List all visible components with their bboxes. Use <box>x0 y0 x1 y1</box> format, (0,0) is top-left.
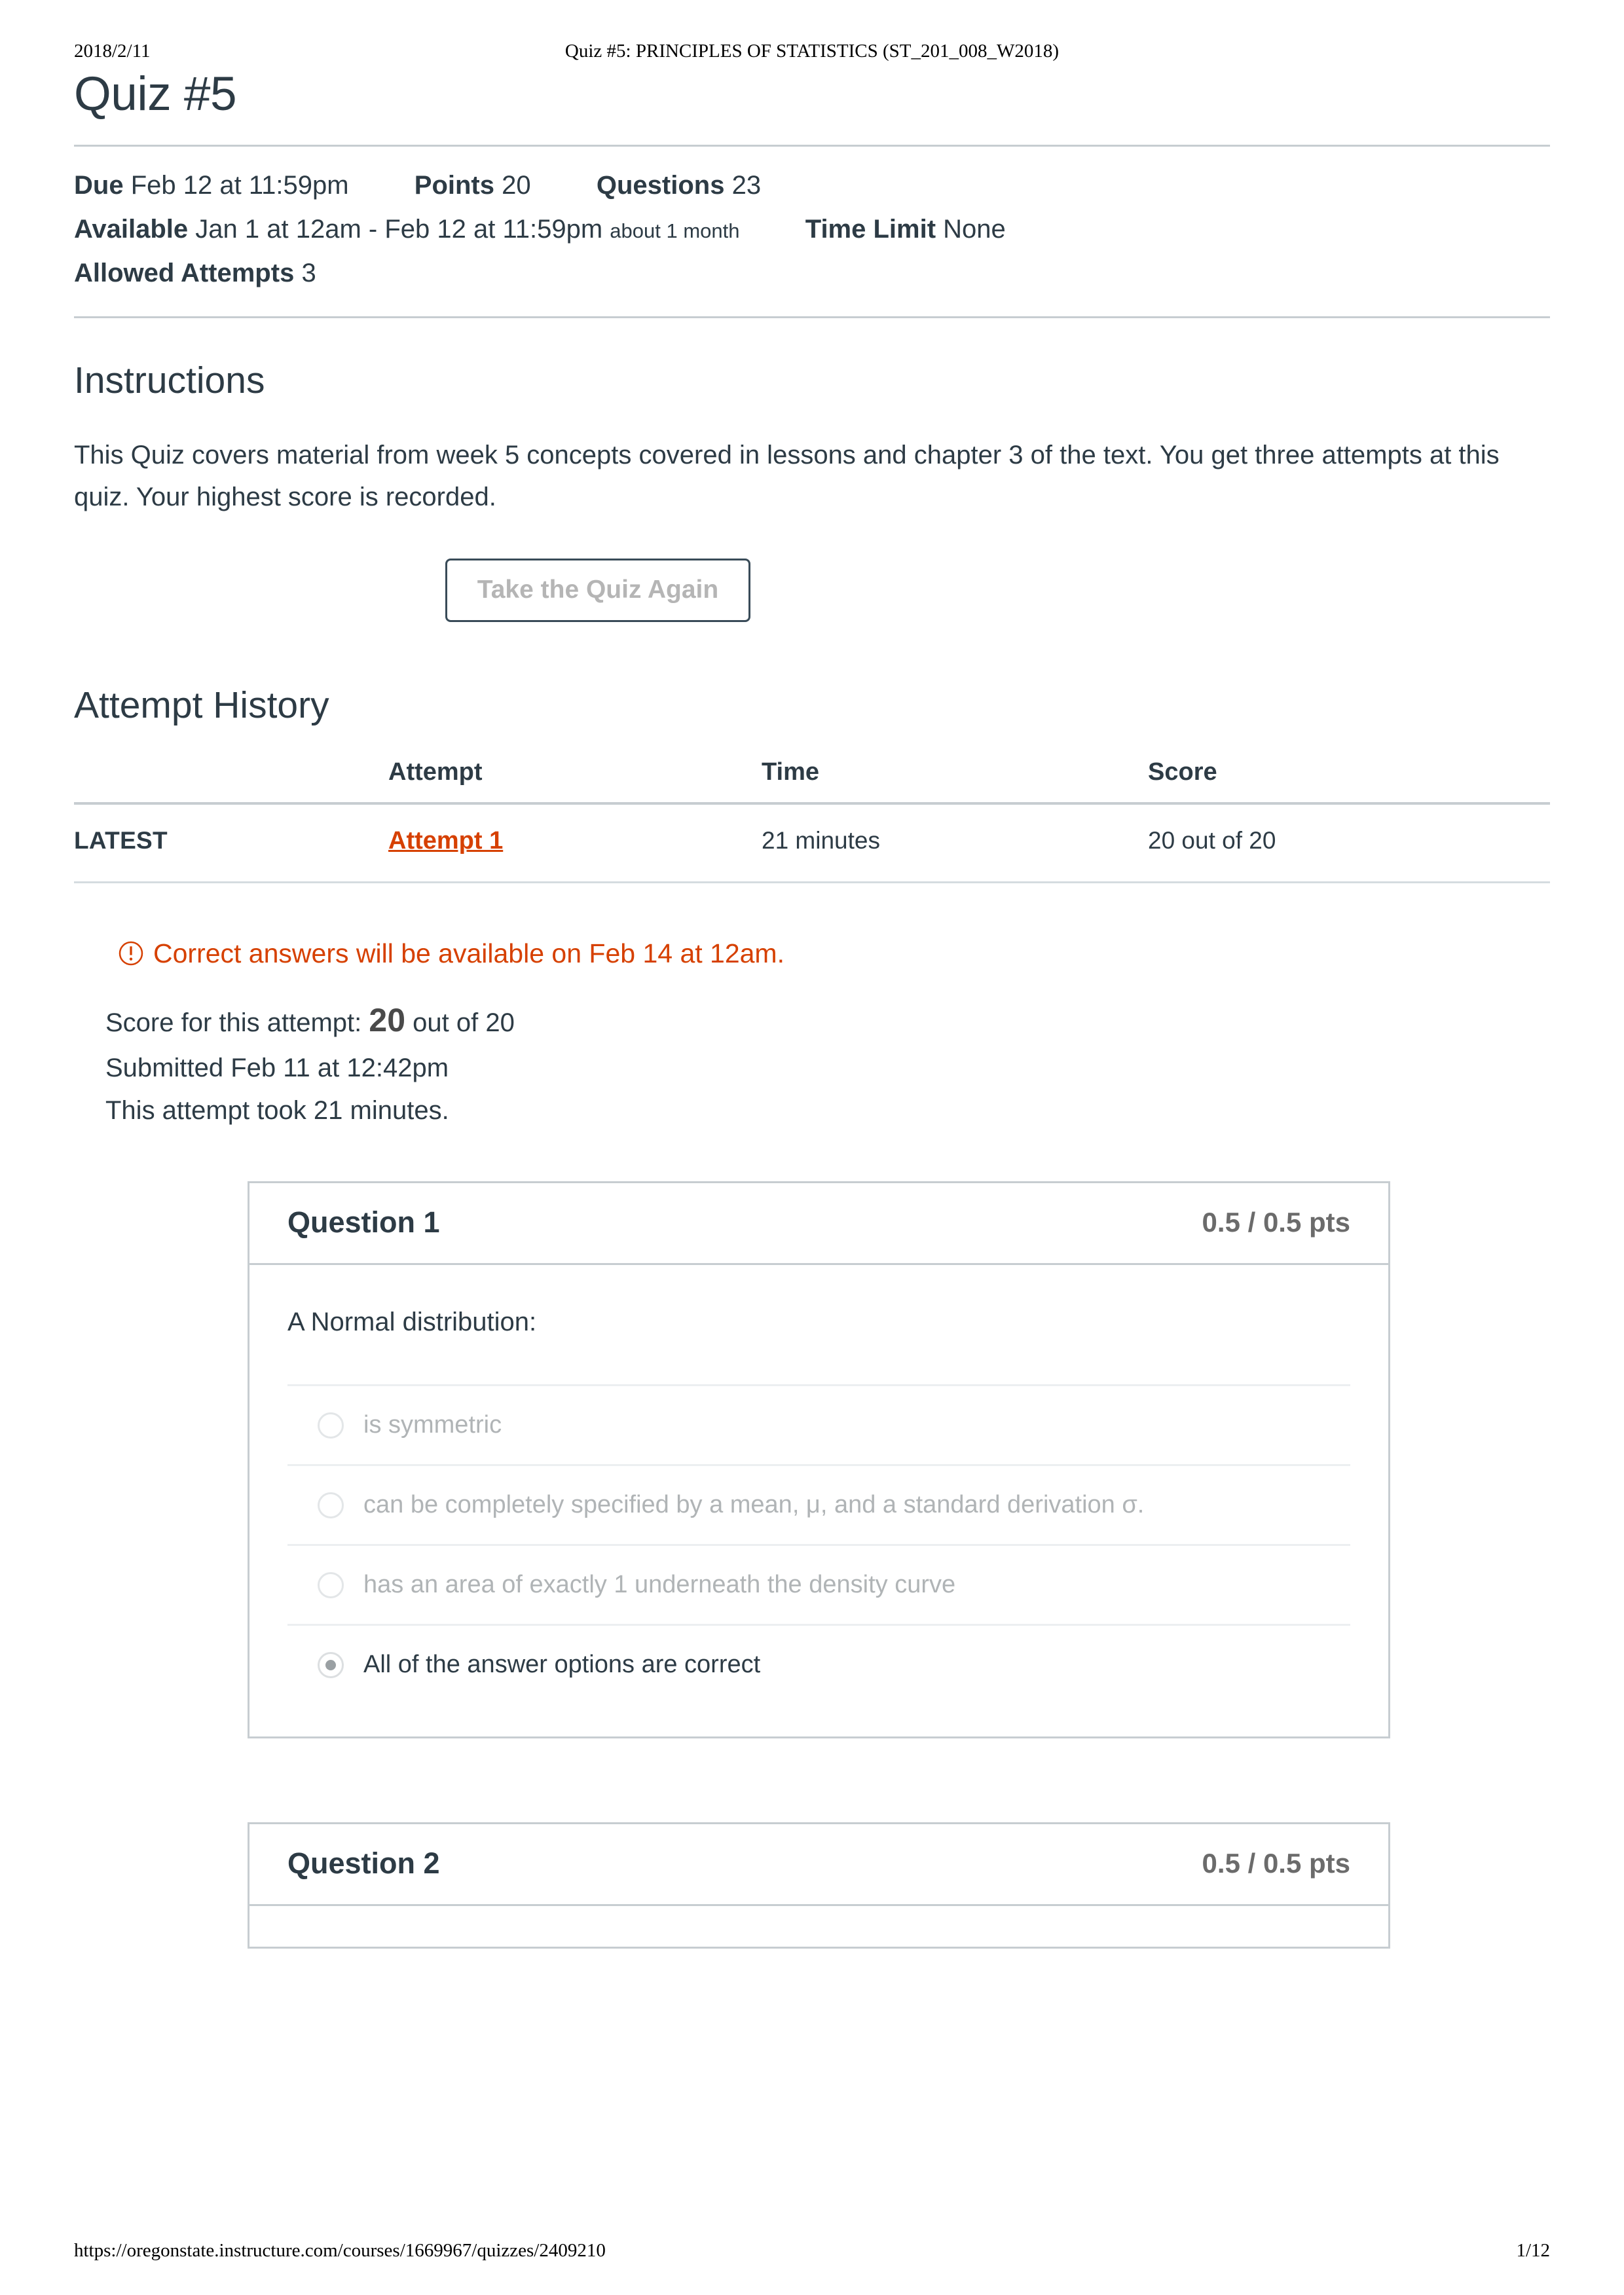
question-text: A Normal distribution: <box>287 1308 537 1337</box>
answer-label: All of the answer options are correct <box>363 1651 761 1679</box>
retake-button-wrap: Take the Quiz Again <box>74 558 1122 622</box>
attempt-score-value: 20 <box>369 1001 406 1038</box>
attempt-score: 20 out of 20 <box>1148 827 1276 854</box>
answer-label: can be completely specified by a mean, μ… <box>363 1491 1145 1519</box>
available-duration: about 1 month <box>610 219 740 242</box>
answer-option[interactable]: has an area of exactly 1 underneath the … <box>287 1546 1350 1626</box>
answer-label: is symmetric <box>363 1411 502 1439</box>
quiz-meta-row-1: Due Feb 12 at 11:59pm Points 20 Question… <box>74 164 1550 208</box>
allowed-attempts-value: 3 <box>301 259 316 288</box>
attempt-latest-flag: LATEST <box>74 827 168 854</box>
question-header: Question 2 0.5 / 0.5 pts <box>249 1824 1388 1907</box>
column-header-score: Score <box>1148 758 1217 786</box>
available-value: Jan 1 at 12am - Feb 12 at 11:59pm <box>195 214 603 244</box>
attempt-score-prefix: Score for this attempt: <box>105 1008 362 1037</box>
question-body <box>249 1906 1388 1947</box>
footer-url: https://oregonstate.instructure.com/cour… <box>74 2240 606 2261</box>
points-value: 20 <box>502 170 531 200</box>
instructions-body: This Quiz covers material from week 5 co… <box>74 440 1500 511</box>
allowed-attempts-label: Allowed Attempts <box>74 259 295 288</box>
due-label: Due <box>74 170 124 200</box>
quiz-meta-row-3: Allowed Attempts 3 <box>74 251 1550 295</box>
answer-option-selected[interactable]: All of the answer options are correct <box>287 1626 1350 1704</box>
radio-unselected-icon[interactable] <box>318 1571 344 1598</box>
due-value: Feb 12 at 11:59pm <box>130 170 349 200</box>
answers-bottom-spacer <box>287 1704 1350 1736</box>
meta-divider <box>74 316 1550 319</box>
answer-option[interactable]: is symmetric <box>287 1386 1350 1467</box>
question-points: 0.5 / 0.5 pts <box>1202 1207 1350 1238</box>
question-card: Question 1 0.5 / 0.5 pts A Normal distri… <box>248 1181 1390 1739</box>
attempt-duration-line: This attempt took 21 minutes. <box>105 1095 449 1125</box>
time-limit-value: None <box>943 214 1006 244</box>
column-header-flag <box>74 758 388 803</box>
answer-options: is symmetric can be completely specified… <box>287 1384 1350 1704</box>
table-row: LATEST Attempt 1 21 minutes 20 out of 20 <box>74 803 1550 883</box>
time-limit-label: Time Limit <box>805 214 936 244</box>
question-points: 0.5 / 0.5 pts <box>1202 1848 1350 1879</box>
attempt-history-header-row: Attempt Time Score <box>74 758 1550 803</box>
attempt-score-suffix: out of 20 <box>413 1008 515 1037</box>
question-name: Question 2 <box>287 1846 440 1881</box>
page-content: Quiz #5 Due Feb 12 at 11:59pm Points 20 … <box>74 0 1550 1949</box>
instructions-heading: Instructions <box>74 359 265 402</box>
answer-label: has an area of exactly 1 underneath the … <box>363 1571 956 1599</box>
points-label: Points <box>414 170 494 200</box>
attempt-score-line: Score for this attempt: 20 out of 20 <box>105 994 1550 1047</box>
column-header-time: Time <box>762 758 820 786</box>
alert-text: Correct answers will be available on Feb… <box>153 938 784 968</box>
title-divider <box>74 144 1550 147</box>
radio-selected-icon[interactable] <box>318 1651 344 1678</box>
question-header: Question 1 0.5 / 0.5 pts <box>249 1183 1388 1266</box>
attempt-1-link[interactable]: Attempt 1 <box>388 827 503 854</box>
answer-option[interactable]: can be completely specified by a mean, μ… <box>287 1466 1350 1547</box>
attempt-time: 21 minutes <box>762 827 880 854</box>
attempt-history-tbody: LATEST Attempt 1 21 minutes 20 out of 20 <box>74 803 1550 883</box>
attempt-history-thead: Attempt Time Score <box>74 758 1550 803</box>
print-footer: https://oregonstate.instructure.com/cour… <box>0 2237 1624 2264</box>
correct-answers-alert: Correct answers will be available on Feb… <box>118 938 1550 969</box>
column-header-attempt: Attempt <box>388 758 483 786</box>
attempt-link-cell: Attempt 1 <box>388 803 762 883</box>
attempt-history-table: Attempt Time Score LATEST Attempt 1 21 m… <box>74 758 1550 883</box>
quiz-meta-row-2: Available Jan 1 at 12am - Feb 12 at 11:5… <box>74 208 1550 251</box>
radio-unselected-icon[interactable] <box>318 1412 344 1439</box>
question-card: Question 2 0.5 / 0.5 pts <box>248 1822 1390 1949</box>
exclamation-circle-icon <box>118 940 144 966</box>
attempt-history-heading: Attempt History <box>74 684 329 726</box>
page-title: Quiz #5 <box>74 67 237 120</box>
footer-page-number: 1/12 <box>1516 2240 1550 2261</box>
question-name: Question 1 <box>287 1205 440 1239</box>
radio-unselected-icon[interactable] <box>318 1492 344 1518</box>
attempt-summary: Score for this attempt: 20 out of 20 Sub… <box>105 994 1550 1132</box>
question-body: A Normal distribution: is symmetric can … <box>249 1265 1388 1736</box>
available-label: Available <box>74 214 189 244</box>
quiz-meta: Due Feb 12 at 11:59pm Points 20 Question… <box>74 164 1550 296</box>
take-quiz-again-button[interactable]: Take the Quiz Again <box>445 558 751 622</box>
attempt-submitted-line: Submitted Feb 11 at 12:42pm <box>105 1053 449 1082</box>
questions-value: 23 <box>731 170 762 200</box>
questions-label: Questions <box>596 170 725 200</box>
